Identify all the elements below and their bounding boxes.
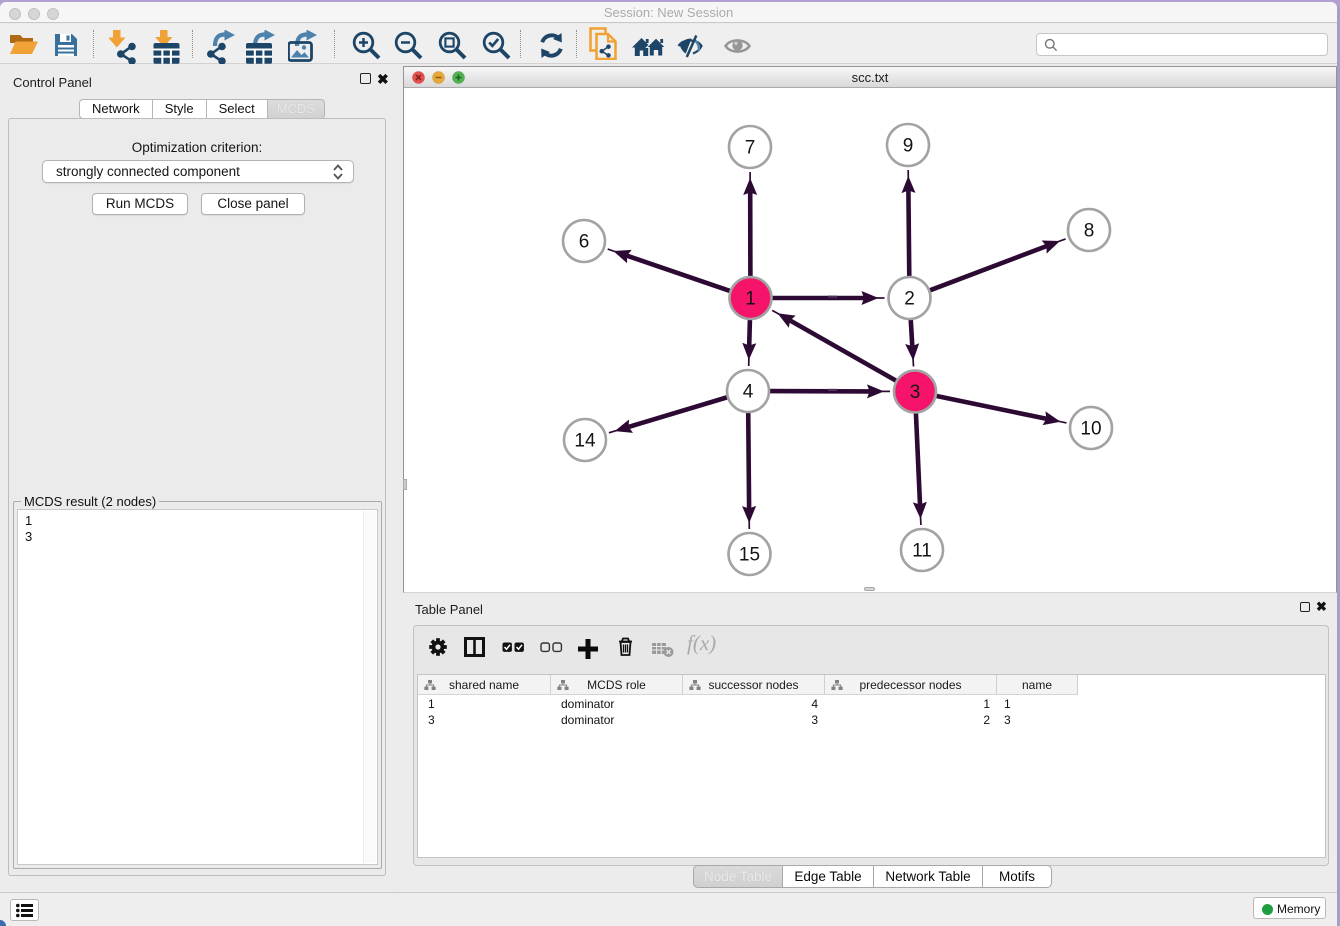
svg-text:3: 3 xyxy=(910,382,921,403)
svg-text:2: 2 xyxy=(904,289,915,310)
svg-text:11: 11 xyxy=(912,541,932,562)
svg-text:9: 9 xyxy=(903,136,914,157)
svg-text:14: 14 xyxy=(574,431,596,452)
svg-text:8: 8 xyxy=(1084,221,1095,242)
svg-text:4: 4 xyxy=(743,382,754,403)
svg-text:6: 6 xyxy=(579,232,590,253)
svg-text:1: 1 xyxy=(745,289,756,310)
svg-text:15: 15 xyxy=(739,545,760,566)
svg-text:7: 7 xyxy=(745,138,756,159)
svg-text:10: 10 xyxy=(1080,419,1101,440)
